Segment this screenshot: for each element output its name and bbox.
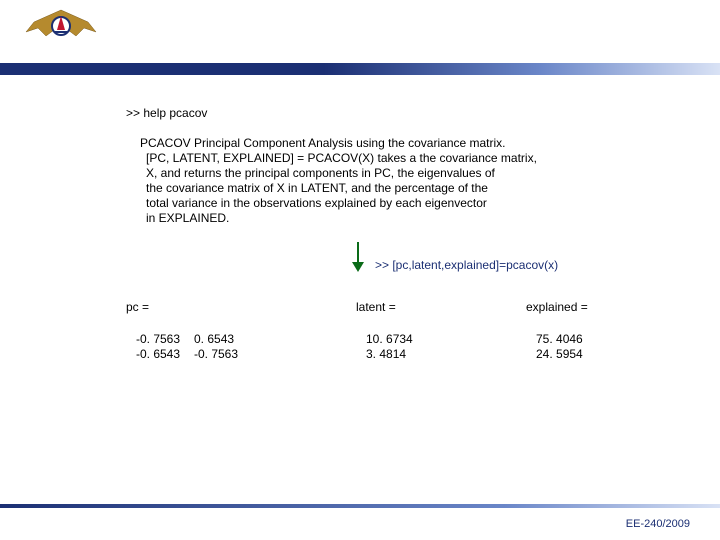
desc-line: the covariance matrix of X in LATENT, an… [146,181,626,196]
explained-value: 75. 4046 [536,332,656,347]
pc-value: -0. 6543 [136,347,194,362]
desc-line: in EXPLAINED. [146,211,626,226]
explained-label: explained = [526,300,656,314]
description: PCACOV Principal Component Analysis usin… [140,136,626,226]
call-command: >> [pc,latent,explained]=pcacov(x) [375,258,558,272]
content-block: >> help pcacov PCACOV Principal Componen… [126,106,626,234]
latent-label: latent = [356,300,526,314]
pc-value: 0. 6543 [194,332,258,347]
down-arrow-icon [350,242,366,277]
ita-wings-logo [24,6,98,57]
latent-value: 3. 4814 [366,347,526,362]
help-command: >> help pcacov [126,106,626,120]
pc-value: -0. 7563 [194,347,258,362]
desc-line: [PC, LATENT, EXPLAINED] = PCACOV(X) take… [146,151,626,166]
latent-column: latent = 10. 6734 3. 4814 [356,300,526,362]
pc-label: pc = [126,300,356,314]
pc-value: -0. 7563 [136,332,194,347]
latent-value: 10. 6734 [366,332,526,347]
table-row: -0. 6543 -0. 7563 [136,347,356,362]
explained-column: explained = 75. 4046 24. 5954 [526,300,656,362]
results-block: pc = -0. 7563 0. 6543 -0. 6543 -0. 7563 … [126,300,656,362]
slide: >> help pcacov PCACOV Principal Componen… [0,0,720,540]
desc-heading: PCACOV Principal Component Analysis usin… [140,136,626,151]
explained-value: 24. 5954 [536,347,656,362]
pc-column: pc = -0. 7563 0. 6543 -0. 6543 -0. 7563 [126,300,356,362]
desc-line: X, and returns the principal components … [146,166,626,181]
desc-body: [PC, LATENT, EXPLAINED] = PCACOV(X) take… [146,151,626,226]
header-rule [0,63,720,75]
footer-rule [0,504,720,508]
table-row: -0. 7563 0. 6543 [136,332,356,347]
desc-line: total variance in the observations expla… [146,196,626,211]
footer-label: EE-240/2009 [626,518,690,530]
